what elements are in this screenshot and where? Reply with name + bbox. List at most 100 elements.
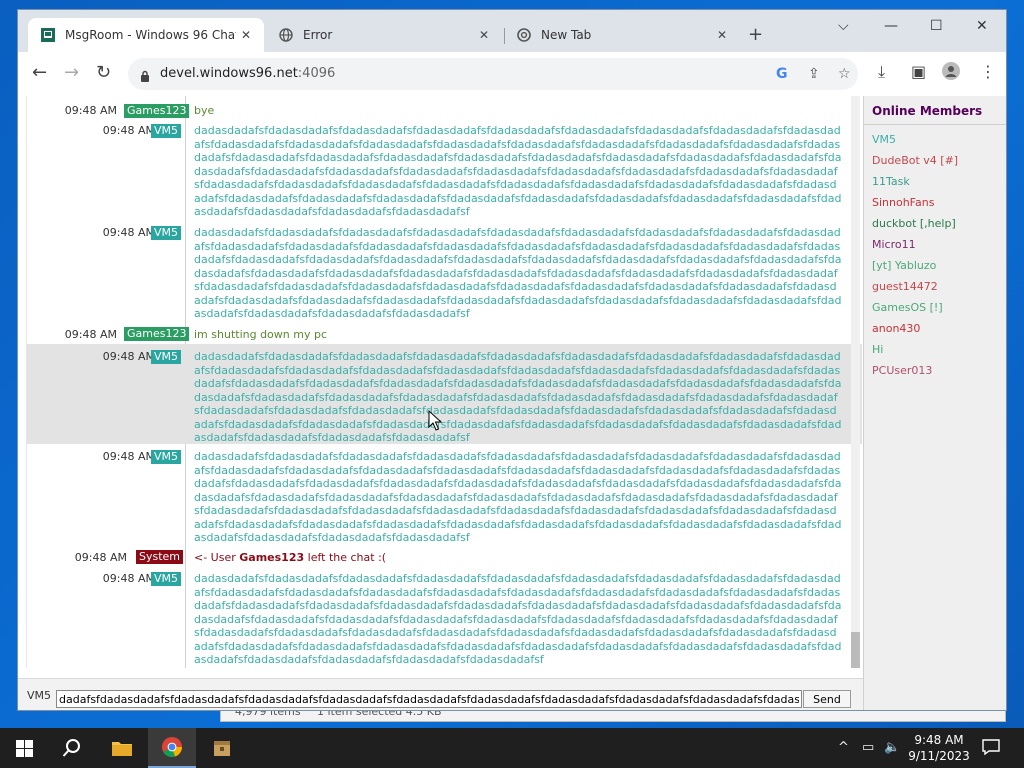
message-time: 09:48 AM: [102, 450, 155, 463]
kebab-menu-icon[interactable]: ⋮: [980, 62, 996, 81]
user-badge[interactable]: VM5: [151, 124, 182, 138]
send-button[interactable]: Send: [803, 690, 851, 708]
tab-close-icon[interactable]: ✕: [474, 28, 494, 42]
member-item[interactable]: GamesOS [!]: [872, 301, 943, 314]
message-text: dadasdadafsfdadasdadafsfdadasdadafsfdada…: [194, 350, 842, 442]
message-text: im shutting down my pc: [194, 328, 328, 341]
chrome-icon: [516, 27, 532, 43]
minimize-button[interactable]: —: [884, 18, 898, 34]
start-button[interactable]: [0, 728, 48, 768]
chat-scrollbar[interactable]: [851, 96, 860, 668]
back-arrow-icon[interactable]: ←: [32, 62, 47, 83]
notification-center-icon[interactable]: [982, 738, 1000, 756]
message-text: dadasdadafsfdadasdadafsfdadasdadafsfdada…: [194, 226, 842, 320]
chrome-taskbar-button[interactable]: [148, 728, 196, 768]
maximize-button[interactable]: ☐: [930, 18, 943, 34]
browser-toolbar: ← → ↻ devel.windows96.net:4096 G ⇪ ☆ ⤓ ▣…: [18, 52, 1006, 97]
file-explorer-taskbar-button[interactable]: [98, 728, 146, 768]
url-host: devel.windows96.net: [160, 66, 298, 81]
globe-icon: [278, 27, 294, 43]
google-icon[interactable]: G: [776, 66, 788, 82]
message-composer: VM5 Send: [18, 678, 863, 710]
chat-message: 09:48 AM VM5 dadasdadafsfdadasdadafsfdad…: [27, 444, 862, 546]
member-item[interactable]: SinnohFans: [872, 196, 934, 209]
message-text: dadasdadafsfdadasdadafsfdadasdadafsfdada…: [194, 450, 842, 544]
online-members-heading: Online Members: [872, 104, 983, 118]
msgroom-favicon-icon: [40, 27, 56, 43]
message-time: 09:48 AM: [64, 328, 117, 341]
url-text: devel.windows96.net:4096: [160, 66, 335, 81]
message-time: 09:48 AM: [102, 572, 155, 585]
current-nick-label[interactable]: VM5: [27, 689, 51, 702]
lock-icon: [140, 67, 150, 86]
volume-muted-icon[interactable]: 🔈: [884, 740, 900, 755]
address-bar[interactable]: devel.windows96.net:4096 G ⇪ ☆: [128, 58, 858, 90]
message-time: 09:48 AM: [102, 226, 155, 239]
user-badge[interactable]: VM5: [151, 572, 182, 586]
member-item[interactable]: guest14472: [872, 280, 938, 293]
chat-message: 09:48 AM VM5 dadasdadafsfdadasdadafsfdad…: [27, 566, 862, 668]
search-button[interactable]: [48, 728, 96, 768]
chat-message: 09:48 AM Games123 bye: [27, 96, 862, 118]
system-text-prefix: <- User: [194, 551, 240, 564]
chat-message: 09:48 AM Games123 im shutting down my pc: [27, 320, 862, 342]
side-panel-icon[interactable]: ▣: [911, 62, 926, 81]
tab-new-tab[interactable]: New Tab ✕: [504, 18, 740, 52]
message-input[interactable]: [56, 690, 802, 708]
chat-scrollbar-thumb[interactable]: [851, 632, 860, 668]
user-badge[interactable]: VM5: [151, 226, 182, 240]
members-divider: [864, 124, 1006, 125]
tab-search-chevron-down-icon[interactable]: ⌵: [838, 18, 849, 34]
member-item[interactable]: VM5: [872, 133, 896, 146]
tab-msgroom[interactable]: MsgRoom - Windows 96 Chat ✕: [28, 18, 264, 52]
url-port: :4096: [297, 66, 336, 81]
message-text: dadasdadafsfdadasdadafsfdadasdadafsfdada…: [194, 572, 842, 666]
tab-close-icon[interactable]: ✕: [712, 28, 732, 42]
store-app-taskbar-button[interactable]: [198, 728, 246, 768]
message-text: dadasdadafsfdadasdadafsfdadasdadafsfdada…: [194, 124, 842, 218]
online-members-panel: Online Members VM5 DudeBot v4 [#] 11Task Si…: [863, 96, 1006, 710]
member-item[interactable]: anon430: [872, 322, 920, 335]
close-window-button[interactable]: ✕: [976, 18, 988, 34]
reload-icon[interactable]: ↻: [96, 62, 111, 83]
tab-title: New Tab: [541, 28, 592, 42]
user-badge[interactable]: VM5: [151, 350, 182, 364]
tab-title: Error: [303, 28, 333, 42]
bookmark-star-icon[interactable]: ☆: [838, 66, 851, 82]
message-time: 09:48 AM: [102, 124, 155, 137]
mouse-pointer-icon: [428, 410, 442, 431]
member-item[interactable]: 11Task: [872, 175, 910, 188]
new-tab-button[interactable]: +: [748, 24, 763, 45]
member-item[interactable]: Hi: [872, 343, 883, 356]
profile-avatar-icon[interactable]: [942, 62, 960, 84]
folder-icon: [112, 742, 132, 756]
network-icon[interactable]: ▭: [862, 740, 874, 755]
member-item[interactable]: [yt] Yabluzo: [872, 259, 936, 272]
clock-date: 9/11/2023: [908, 749, 970, 763]
member-item[interactable]: Micro11: [872, 238, 916, 251]
tab-error[interactable]: Error ✕: [266, 18, 502, 52]
chat-log[interactable]: 09:48 AM Games123 bye 09:48 AM VM5 dadas…: [26, 96, 862, 668]
message-time: 09:48 AM: [102, 350, 155, 363]
show-hidden-icons-chevron-up-icon[interactable]: ^: [838, 740, 849, 755]
search-icon: [62, 739, 80, 757]
tab-title: MsgRoom - Windows 96 Chat: [65, 28, 236, 42]
download-icon[interactable]: ⤓: [878, 62, 885, 82]
chat-message: 09:48 AM VM5 dadasdadafsfdadasdadafsfdad…: [27, 114, 862, 218]
system-text-user[interactable]: Games123: [239, 551, 304, 564]
windows-logo-icon: [15, 739, 33, 757]
member-item[interactable]: duckbot [,help]: [872, 217, 956, 230]
member-item[interactable]: DudeBot v4 [#]: [872, 154, 958, 167]
system-badge: System: [136, 550, 184, 564]
tab-strip: MsgRoom - Windows 96 Chat ✕ Error ✕ New …: [18, 10, 1006, 52]
user-badge[interactable]: VM5: [151, 450, 182, 464]
share-icon[interactable]: ⇪: [808, 66, 820, 82]
chat-message-hovered: 09:48 AM VM5 dadasdadafsfdadasdadafsfdad…: [27, 344, 862, 444]
forward-arrow-icon[interactable]: →: [64, 62, 79, 83]
message-time: 09:48 AM: [74, 551, 127, 564]
chat-message: 09:48 AM VM5 dadasdadafsfdadasdadafsfdad…: [27, 216, 862, 320]
user-badge[interactable]: Games123: [124, 327, 190, 341]
tab-close-icon[interactable]: ✕: [236, 28, 256, 42]
system-clock[interactable]: 9:48 AM 9/11/2023: [908, 732, 970, 764]
member-item[interactable]: PCUser013: [872, 364, 932, 377]
